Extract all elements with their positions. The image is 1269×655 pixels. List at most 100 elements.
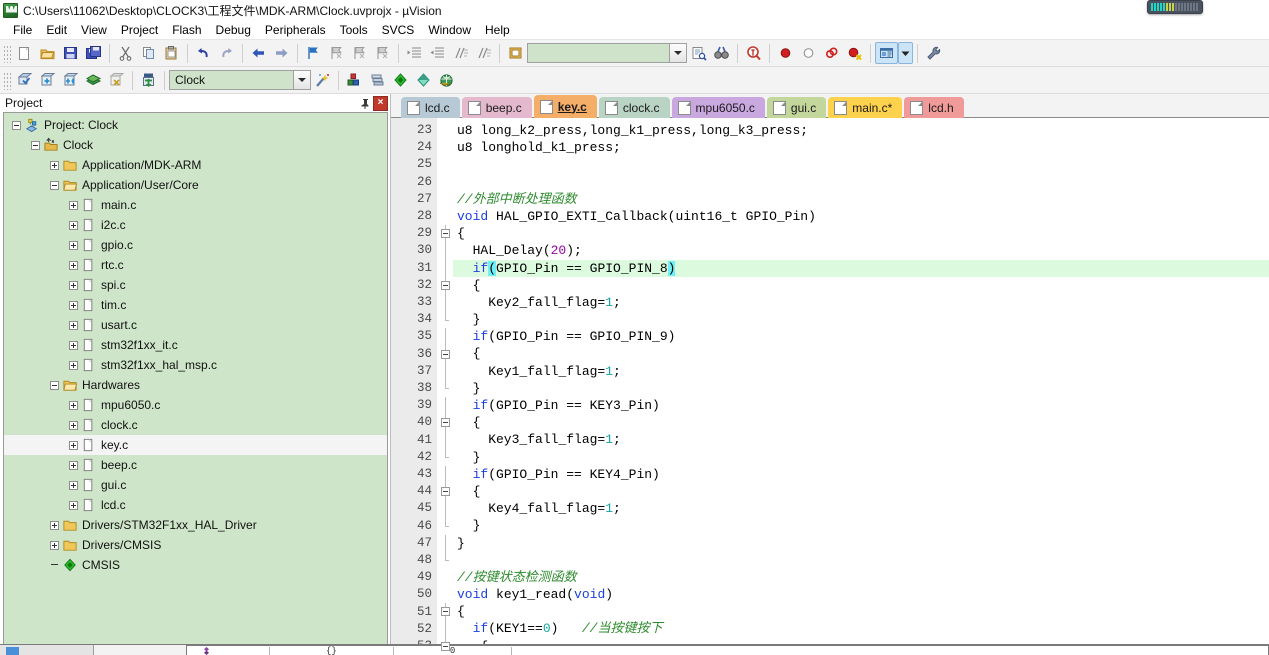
tree-expander-plus[interactable]: [69, 480, 78, 490]
find-in-files-list-button[interactable]: [687, 42, 710, 64]
open-file-button[interactable]: [36, 42, 59, 64]
code-line[interactable]: Key2_fall_flag=1;: [453, 294, 1269, 311]
tree-expander-plus[interactable]: [69, 400, 78, 410]
menu-item-project[interactable]: Project: [114, 21, 165, 39]
tree-expander-plus[interactable]: [69, 360, 78, 370]
menu-item-flash[interactable]: Flash: [165, 21, 208, 39]
tree-node-gpio-c[interactable]: gpio.c: [4, 235, 387, 255]
goto-definition-button[interactable]: [710, 42, 733, 64]
code-line[interactable]: if(GPIO_Pin == KEY4_Pin): [453, 466, 1269, 483]
code-line[interactable]: {: [453, 345, 1269, 362]
tree-expander-minus[interactable]: [50, 380, 59, 390]
code-line[interactable]: if(GPIO_Pin == GPIO_PIN_8): [453, 259, 1269, 277]
tree-expander-plus[interactable]: [69, 460, 78, 470]
code-line[interactable]: {: [453, 603, 1269, 620]
menu-item-edit[interactable]: Edit: [39, 21, 74, 39]
bookmark-clear-button[interactable]: [371, 42, 394, 64]
menu-item-help[interactable]: Help: [478, 21, 517, 39]
menu-item-peripherals[interactable]: Peripherals: [258, 21, 333, 39]
code-line[interactable]: }: [453, 535, 1269, 552]
code-line[interactable]: Key1_fall_flag=1;: [453, 363, 1269, 380]
disable-all-breakpoints-button[interactable]: [843, 42, 866, 64]
tree-node-mpu6050-c[interactable]: mpu6050.c: [4, 395, 387, 415]
tree-expander-plus[interactable]: [69, 440, 78, 450]
tree-expander-plus[interactable]: [69, 420, 78, 430]
copy-button[interactable]: [137, 42, 160, 64]
menu-item-file[interactable]: File: [6, 21, 39, 39]
toolbar-grip[interactable]: [4, 43, 11, 63]
bookmark-next-button[interactable]: [348, 42, 371, 64]
disable-breakpoint-button[interactable]: [797, 42, 820, 64]
insert-breakpoint-button[interactable]: [774, 42, 797, 64]
fold-marker[interactable]: [437, 225, 453, 243]
fold-marker[interactable]: [437, 482, 453, 501]
code-line[interactable]: }: [453, 311, 1269, 328]
chevron-down-icon[interactable]: [669, 44, 686, 62]
editor-tab-key-c[interactable]: key.c: [533, 95, 597, 118]
close-icon[interactable]: ×: [373, 95, 388, 111]
code-line[interactable]: if(GPIO_Pin == GPIO_PIN_9): [453, 328, 1269, 345]
code-line[interactable]: {: [453, 225, 1269, 242]
rebuild-button[interactable]: [59, 69, 82, 91]
tree-node-drivers-cmsis[interactable]: Drivers/CMSIS: [4, 535, 387, 555]
code-line[interactable]: {: [453, 483, 1269, 500]
navigate-forward-button[interactable]: [270, 42, 293, 64]
pin-icon[interactable]: [358, 96, 373, 111]
code-line[interactable]: Key4_fall_flag=1;: [453, 500, 1269, 517]
bookmark-prev-button[interactable]: [325, 42, 348, 64]
tree-node-lcd-c[interactable]: lcd.c: [4, 495, 387, 515]
overlay-meter-widget[interactable]: [1147, 0, 1203, 14]
tree-expander-plus[interactable]: [69, 240, 78, 250]
find-combo[interactable]: [527, 43, 687, 63]
tree-node-hardwares[interactable]: Hardwares: [4, 375, 387, 395]
tree-expander-minus[interactable]: [12, 120, 21, 130]
tree-expander-minus[interactable]: [31, 140, 40, 150]
tree-node-beep-c[interactable]: beep.c: [4, 455, 387, 475]
tree-node-cmsis[interactable]: CMSIS: [4, 555, 387, 575]
code-line[interactable]: }: [453, 380, 1269, 397]
chevron-down-icon[interactable]: [293, 71, 310, 89]
indent-button[interactable]: [403, 42, 426, 64]
tree-node-i2c-c[interactable]: i2c.c: [4, 215, 387, 235]
code-line[interactable]: u8 long_k2_press,long_k1_press,long_k3_p…: [453, 122, 1269, 139]
tree-expander-plus[interactable]: [69, 340, 78, 350]
manage-multi-project-button[interactable]: [366, 69, 389, 91]
editor-tab-lcd-h[interactable]: lcd.h: [904, 97, 964, 118]
code-line[interactable]: void key1_read(void): [453, 586, 1269, 603]
undo-button[interactable]: [192, 42, 215, 64]
menu-item-svcs[interactable]: SVCS: [375, 21, 422, 39]
editor-tab-gui-c[interactable]: gui.c: [766, 97, 827, 118]
save-all-button[interactable]: [82, 42, 105, 64]
fold-marker[interactable]: [437, 276, 453, 294]
save-button[interactable]: [59, 42, 82, 64]
target-options-button[interactable]: [311, 69, 334, 91]
menu-item-window[interactable]: Window: [421, 21, 478, 39]
paste-button[interactable]: [160, 42, 183, 64]
code-folding-gutter[interactable]: [437, 118, 453, 651]
code-line[interactable]: [453, 552, 1269, 569]
tree-node-clock-c[interactable]: clock.c: [4, 415, 387, 435]
editor-tab-beep-c[interactable]: beep.c: [461, 97, 532, 118]
build-button[interactable]: [36, 69, 59, 91]
code-line[interactable]: //按键状态检测函数: [453, 569, 1269, 586]
code-line[interactable]: if(KEY1==0) //当按键按下: [453, 620, 1269, 637]
tree-node-usart-c[interactable]: usart.c: [4, 315, 387, 335]
manage-run-time-env-button[interactable]: [412, 69, 435, 91]
comment-button[interactable]: [449, 42, 472, 64]
tree-expander-minus[interactable]: [50, 180, 59, 190]
tree-expander-plus[interactable]: [50, 160, 59, 170]
tree-node-tim-c[interactable]: tim.c: [4, 295, 387, 315]
menu-item-debug[interactable]: Debug: [209, 21, 258, 39]
tree-expander-plus[interactable]: [69, 220, 78, 230]
redo-button[interactable]: [215, 42, 238, 64]
tree-node-rtc-c[interactable]: rtc.c: [4, 255, 387, 275]
tree-expander-plus[interactable]: [69, 280, 78, 290]
batch-build-button[interactable]: [82, 69, 105, 91]
code-view[interactable]: 23 24 25 26 27 28 29 30 31 32 33 34 35 36 37 38 39 40 41 42…: [391, 118, 1269, 651]
functions-tab-icon[interactable]: {}: [326, 646, 337, 655]
tree-node-application-mdk-arm[interactable]: Application/MDK-ARM: [4, 155, 387, 175]
editor-tab-clock-c[interactable]: clock.c: [598, 97, 670, 118]
stop-build-button[interactable]: [105, 69, 128, 91]
code-line[interactable]: u8 longhold_k1_press;: [453, 139, 1269, 156]
code-line[interactable]: Key3_fall_flag=1;: [453, 431, 1269, 448]
